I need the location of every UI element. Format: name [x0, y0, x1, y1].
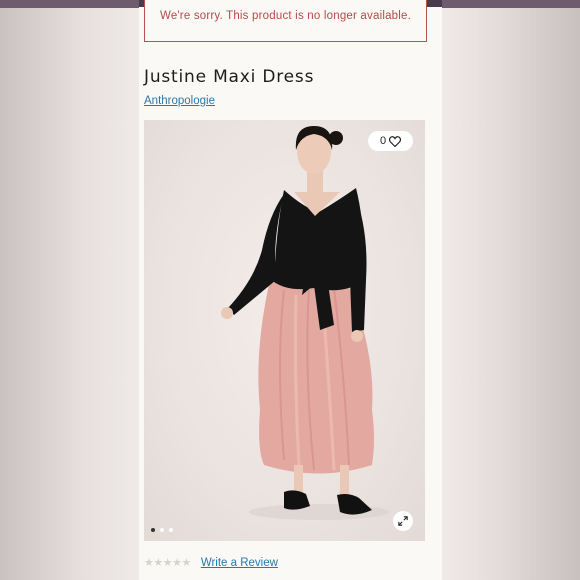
star-rating-icon: ★★★★★ [144, 557, 191, 569]
alert-message: We're sorry. This product is no longer a… [159, 10, 412, 22]
product-title: Justine Maxi Dress [144, 67, 315, 87]
gallery-dot-3[interactable] [169, 528, 173, 532]
write-review-link[interactable]: Write a Review [201, 557, 278, 569]
heart-icon [389, 135, 402, 147]
rating-row: ★★★★★ Write a Review [144, 556, 278, 570]
zoom-button[interactable] [393, 511, 413, 531]
wishlist-button[interactable]: 0 [368, 131, 413, 151]
brand-link[interactable]: Anthropologie [144, 95, 215, 107]
unavailable-alert: We're sorry. This product is no longer a… [144, 0, 427, 42]
product-page: We're sorry. This product is no longer a… [139, 0, 442, 580]
expand-icon [398, 516, 408, 526]
gallery-dot-1[interactable] [151, 528, 155, 532]
model-illustration [221, 126, 389, 520]
wishlist-count: 0 [379, 135, 387, 147]
gallery-pagination [151, 528, 173, 532]
gallery-dot-2[interactable] [160, 528, 164, 532]
product-image[interactable]: 0 [144, 120, 425, 541]
